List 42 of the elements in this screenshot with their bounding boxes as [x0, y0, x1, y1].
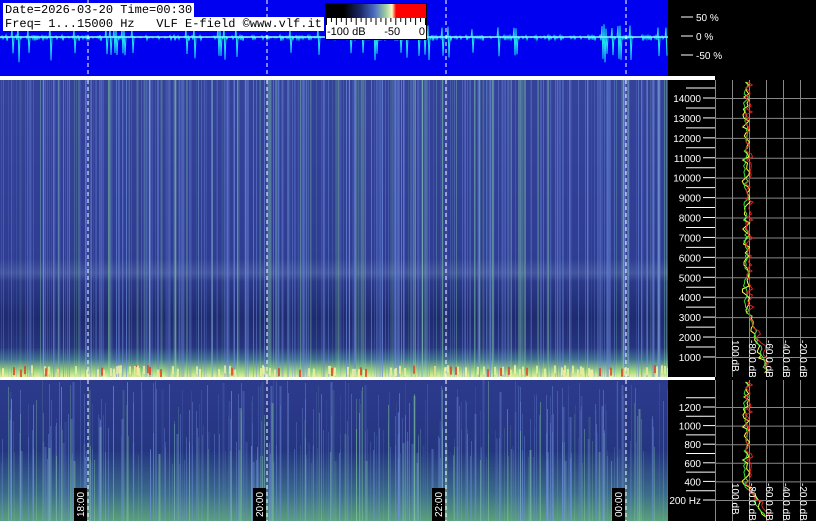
amplitude-label: 50 % — [696, 13, 719, 24]
time-label: 20:00 — [253, 488, 266, 521]
decibel-label: -40.0 dB — [780, 340, 791, 377]
frequency-label: 1000 — [678, 352, 701, 364]
frequency-label: 7000 — [678, 233, 701, 244]
frequency-label: 2000 — [678, 333, 701, 344]
frequency-label: 200 Hz — [669, 496, 701, 507]
frequency-label: 800 — [684, 440, 701, 452]
amplitude-label: 0 % — [696, 32, 714, 43]
time-label: 22:00 — [432, 488, 445, 521]
scale-label: -50 — [384, 26, 400, 39]
frequency-label: 4000 — [678, 293, 701, 304]
decibel-label: -20.0 dB — [797, 340, 808, 377]
frequency-label: 600 — [684, 458, 701, 470]
frequency-label: 400 — [684, 477, 701, 488]
time-label: 00:00 — [612, 488, 625, 521]
time-label: 18:00 — [74, 488, 87, 521]
frequency-label: 11000 — [674, 154, 701, 165]
decibel-label: -40.0 dB — [780, 483, 791, 521]
scale-label: -100 dB — [327, 26, 366, 39]
frequency-label: 14000 — [673, 94, 701, 105]
decibel-label: 100 dB — [729, 483, 740, 515]
date-time-label: Date=2026-03-20 Time=00:30 — [3, 3, 194, 17]
frequency-label: 12000 — [673, 134, 701, 145]
frequency-label: 10000 — [673, 174, 701, 185]
decibel-label: -60.0 dB — [763, 340, 774, 377]
scale-label: 0 — [418, 26, 425, 39]
frequency-info-label: Freq= 1...15000 Hz VLF E-field ©www.vlf.it — [3, 17, 324, 31]
frequency-label: 1200 — [678, 403, 701, 414]
frequency-label: 1000 — [678, 422, 701, 433]
decibel-label: -20.0 dB — [797, 483, 808, 521]
decibel-label: 100 dB — [729, 340, 740, 372]
frequency-label: 5000 — [678, 273, 701, 284]
frequency-label: 3000 — [678, 313, 701, 324]
frequency-label: 9000 — [678, 194, 701, 205]
amplitude-label: -50 % — [696, 51, 722, 62]
frequency-label: 8000 — [678, 214, 701, 225]
frequency-label: 13000 — [673, 114, 701, 125]
decibel-label: -80.0 dB — [746, 340, 757, 377]
frequency-label: 6000 — [678, 253, 701, 264]
decibel-label: -80.0 dB — [746, 483, 757, 521]
decibel-label: -60.0 dB — [763, 483, 774, 521]
